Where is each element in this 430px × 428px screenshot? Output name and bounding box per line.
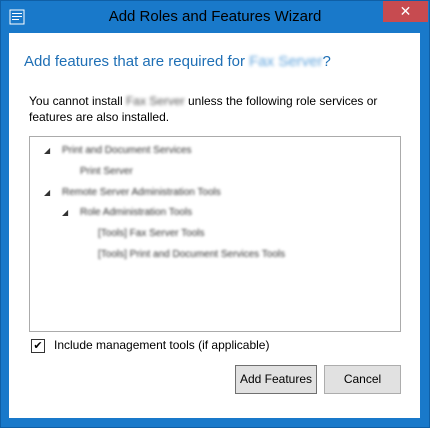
window-title: Add Roles and Features Wizard [108, 8, 322, 25]
dialog-body: Add features that are required for Fax S… [9, 33, 420, 418]
add-features-button[interactable]: Add Features [235, 365, 317, 394]
title-bar[interactable]: Add Roles and Features Wizard ✕ [1, 1, 429, 33]
dependency-description: You cannot install Fax Server unless the… [29, 93, 399, 125]
include-management-tools-checkbox[interactable]: ✔ [31, 339, 45, 353]
expander-icon[interactable]: ◢ [44, 146, 50, 155]
tree-item[interactable]: ◢ Print and Document Services [44, 145, 192, 161]
tree-item-label: Remote Server Administration Tools [62, 187, 221, 198]
tree-item-label: Print Server [80, 166, 133, 177]
tree-item[interactable]: [Tools] Print and Document Services Tool… [98, 249, 285, 265]
wizard-app-icon [9, 9, 25, 25]
description-feature-name: Fax Server [125, 94, 185, 108]
required-features-tree[interactable]: ◢ Print and Document Services Print Serv… [29, 136, 401, 332]
description-text-start: You cannot install [29, 94, 126, 108]
tree-item[interactable]: [Tools] Fax Server Tools [98, 228, 205, 244]
include-management-tools-label[interactable]: Include management tools (if applicable) [54, 338, 269, 352]
expander-icon[interactable]: ◢ [62, 208, 68, 217]
heading-text: Add features that are required for [24, 53, 250, 70]
tree-item[interactable]: ◢ Remote Server Administration Tools [44, 187, 221, 203]
heading-suffix: ? [322, 53, 331, 70]
expander-icon[interactable]: ◢ [44, 188, 50, 197]
tree-item[interactable]: ◢ Role Administration Tools [62, 207, 193, 223]
close-icon: ✕ [399, 3, 412, 20]
tree-item-label: [Tools] Print and Document Services Tool… [98, 249, 286, 260]
tree-item-label: Role Administration Tools [80, 207, 193, 218]
tree-item-label: Print and Document Services [62, 145, 192, 156]
close-button[interactable]: ✕ [383, 1, 428, 22]
tree-item[interactable]: Print Server [80, 166, 133, 182]
tree-item-label: [Tools] Fax Server Tools [98, 228, 205, 239]
wizard-window: Add Roles and Features Wizard ✕ Add feat… [0, 0, 430, 428]
dialog-heading: Add features that are required for Fax S… [24, 53, 331, 70]
heading-feature-name: Fax Server [249, 53, 323, 70]
cancel-button[interactable]: Cancel [324, 365, 401, 394]
checkmark-icon: ✔ [33, 339, 43, 352]
